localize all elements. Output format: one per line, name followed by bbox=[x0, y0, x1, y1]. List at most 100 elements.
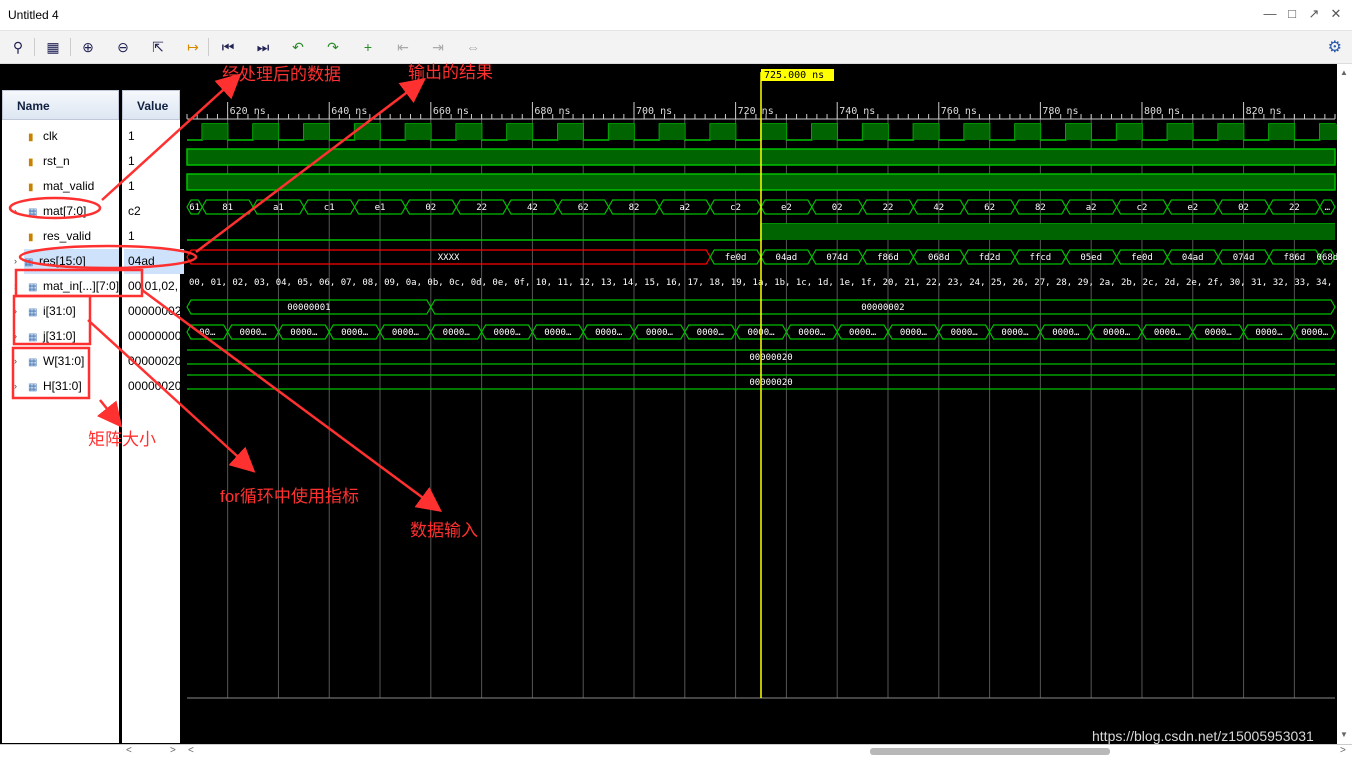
previous-transition-icon[interactable]: ↶ bbox=[288, 37, 308, 57]
annotation-matrix-size: 矩阵大小 bbox=[88, 430, 156, 449]
j-bus-label: 0000… bbox=[900, 328, 928, 338]
window-controls: — □ ↗ ✕ bbox=[1262, 6, 1344, 22]
mat-bus-label: 02 bbox=[425, 203, 436, 213]
clk-high-fill bbox=[1319, 124, 1337, 140]
j-bus-label: 0000… bbox=[1255, 328, 1283, 338]
mat-bus-label: … bbox=[1325, 203, 1331, 213]
j-bus-label: 0000… bbox=[392, 328, 420, 338]
window-title: Untitled 4 bbox=[8, 8, 59, 22]
mat-bus-label: 62 bbox=[984, 203, 995, 213]
time-label: 680 ns bbox=[534, 106, 570, 117]
minimize-icon[interactable]: — bbox=[1262, 6, 1278, 22]
j-bus-label: 0000… bbox=[341, 328, 369, 338]
res-bus-label: 068d bbox=[1317, 253, 1337, 263]
j-bus-label: 0000… bbox=[1001, 328, 1029, 338]
scroll-left-icon[interactable]: < bbox=[126, 745, 132, 756]
zoom-in-icon[interactable]: ⊕ bbox=[78, 37, 98, 57]
zoom-fit-icon[interactable]: ⇱ bbox=[148, 37, 168, 57]
time-label: 660 ns bbox=[433, 106, 469, 117]
j-bus-label: 0000… bbox=[290, 328, 318, 338]
go-to-last-icon[interactable]: ⏭ bbox=[253, 37, 273, 57]
next-transition-icon[interactable]: ↷ bbox=[323, 37, 343, 57]
H-bus-label: 00000020 bbox=[749, 378, 792, 388]
save-icon[interactable]: ▦ bbox=[43, 37, 63, 57]
cursor-label: 725.000 ns bbox=[764, 70, 824, 81]
j-bus-label: 0000… bbox=[544, 328, 572, 338]
previous-marker-icon[interactable]: ⇤ bbox=[393, 37, 413, 57]
zoom-out-icon[interactable]: ⊖ bbox=[113, 37, 133, 57]
maximize-icon[interactable]: □ bbox=[1284, 6, 1300, 22]
mat-bus-label: 22 bbox=[883, 203, 894, 213]
clk-high-fill bbox=[811, 124, 838, 140]
mat-bus-label: 02 bbox=[832, 203, 843, 213]
res-bus-label: fe0d bbox=[725, 253, 747, 263]
clk-high-fill bbox=[913, 124, 939, 140]
time-label: 620 ns bbox=[230, 106, 266, 117]
search-icon[interactable]: ⚲ bbox=[8, 37, 28, 57]
mat-bus-label: 22 bbox=[1289, 203, 1300, 213]
waveform-canvas[interactable]: 620 ns 640 ns 660 ns 680 ns 700 ns 720 ns 740 … bbox=[0, 64, 1337, 744]
j-bus-label: 0000… bbox=[646, 328, 674, 338]
j-bus-label: 0000… bbox=[239, 328, 267, 338]
wave-scroll-left-icon[interactable]: < bbox=[188, 745, 194, 756]
clk-high-fill bbox=[862, 124, 888, 140]
mat-bus-label: 42 bbox=[527, 203, 538, 213]
clk-high-fill bbox=[608, 124, 635, 140]
res-bus-label: 074d bbox=[1233, 253, 1255, 263]
clk-high-fill bbox=[405, 124, 431, 140]
horizontal-scroll-thumb[interactable] bbox=[870, 748, 1110, 755]
waveform-toolbar: ⚲ ▦ ⊕ ⊖ ⇱ ↦ ⏮ ⏭ ↶ ↷ + ⇤ ⇥ ⇔ ⚙ bbox=[0, 31, 1352, 64]
close-icon[interactable]: ✕ bbox=[1328, 6, 1344, 22]
time-label: 700 ns bbox=[636, 106, 672, 117]
annotation-processed-data: 经处理后的数据 bbox=[222, 65, 341, 84]
res-xxxx-label: XXXX bbox=[438, 253, 460, 263]
wave-scroll-right-icon[interactable]: > bbox=[1340, 745, 1346, 756]
horizontal-scrollbar[interactable]: < > < > bbox=[0, 744, 1352, 758]
clk-high-fill bbox=[659, 124, 685, 140]
clk-high-fill bbox=[964, 124, 990, 140]
j-bus-label: 0000… bbox=[951, 328, 979, 338]
add-marker-icon[interactable]: + bbox=[358, 37, 378, 57]
j-bus-label: 0000… bbox=[697, 328, 725, 338]
settings-gear-icon[interactable]: ⚙ bbox=[1328, 37, 1342, 57]
mat-bus-label: a2 bbox=[1086, 203, 1097, 213]
res-valid-high-fill bbox=[761, 224, 1335, 240]
mat-in-bus-label: 00, 01, 02, 03, 04, 05, 06, 07, 08, 09, … bbox=[189, 278, 1337, 288]
time-label: 820 ns bbox=[1246, 106, 1282, 117]
res-bus-label: f86d bbox=[1284, 253, 1306, 263]
res-bus-label: ffcd bbox=[1030, 253, 1052, 263]
swap-cursors-icon[interactable]: ⇔ bbox=[463, 37, 483, 57]
mat-bus-label: 61 bbox=[189, 203, 200, 213]
float-icon[interactable]: ↗ bbox=[1306, 6, 1322, 22]
mat-bus-label: c2 bbox=[1137, 203, 1148, 213]
j-bus-label: 0000… bbox=[1205, 328, 1233, 338]
j-bus-label: 0000… bbox=[595, 328, 623, 338]
time-label: 640 ns bbox=[331, 106, 367, 117]
j-bus-label: 0000… bbox=[493, 328, 521, 338]
time-label: 740 ns bbox=[839, 106, 875, 117]
j-bus-label: 00… bbox=[199, 328, 216, 338]
clk-high-fill bbox=[761, 124, 787, 140]
clk-high-fill bbox=[1268, 124, 1295, 140]
j-bus-label: 0000… bbox=[1103, 328, 1131, 338]
j-bus-label: 0000… bbox=[443, 328, 471, 338]
window-titlebar: Untitled 4 — □ ↗ ✕ bbox=[0, 0, 1352, 31]
goto-cursor-icon[interactable]: ↦ bbox=[183, 37, 203, 57]
res-bus-label: fd2d bbox=[979, 253, 1001, 263]
scroll-right-icon[interactable]: > bbox=[170, 745, 176, 756]
j-bus-label: 0000… bbox=[1301, 328, 1329, 338]
annotation-data-input: 数据输入 bbox=[410, 521, 478, 540]
clk-high-fill bbox=[202, 124, 228, 140]
j-bus-label: 0000… bbox=[798, 328, 826, 338]
clk-high-fill bbox=[1167, 124, 1193, 140]
clk-high-fill bbox=[354, 124, 381, 140]
clk-high-fill bbox=[1014, 124, 1041, 140]
mat-bus-label: 42 bbox=[933, 203, 944, 213]
waveform-window: Name Value ▮ clk ▮ rst_n ▮ mat_valid › ▦ mat[7:0… bbox=[0, 64, 1352, 758]
go-to-first-icon[interactable]: ⏮ bbox=[218, 37, 238, 57]
res-bus-label: 05ed bbox=[1080, 253, 1102, 263]
vertical-scrollbar[interactable]: ▲ ▼ bbox=[1337, 64, 1352, 744]
mat-bus-label: c1 bbox=[324, 203, 335, 213]
clk-high-fill bbox=[1065, 124, 1092, 140]
next-marker-icon[interactable]: ⇥ bbox=[428, 37, 448, 57]
